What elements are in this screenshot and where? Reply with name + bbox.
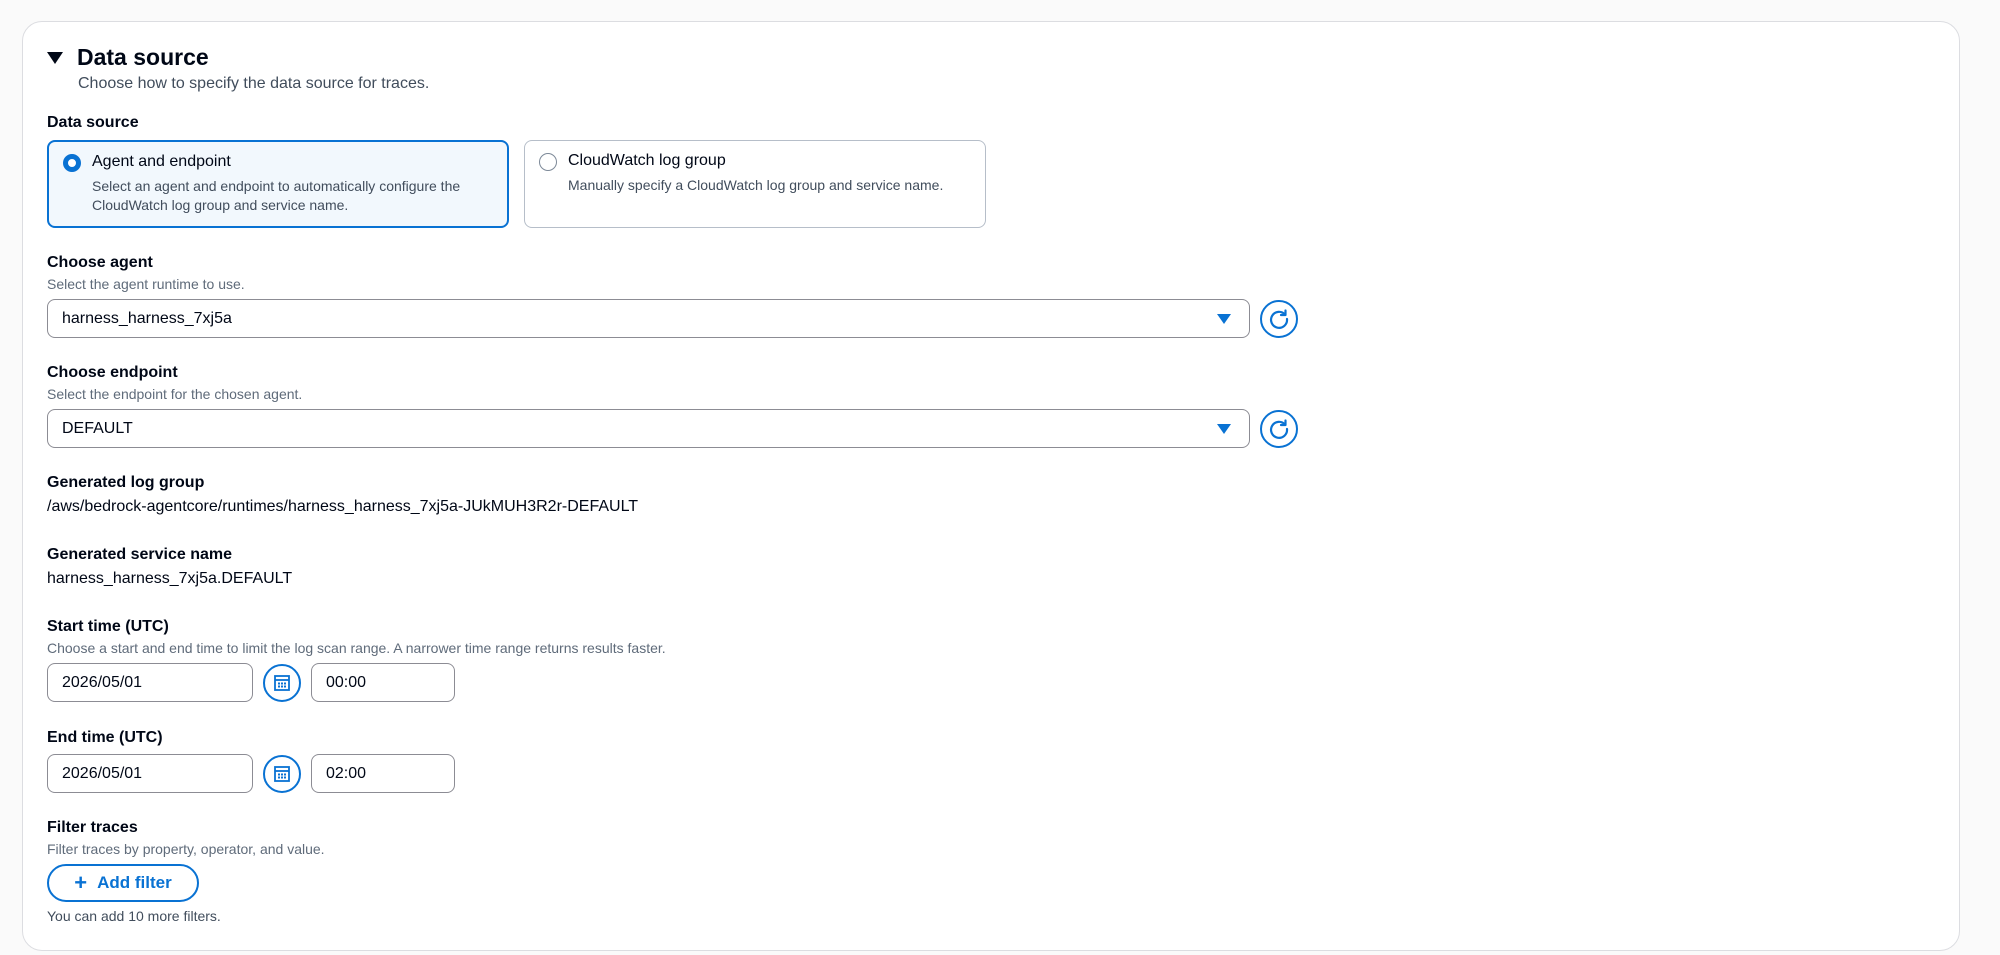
option-description: Select an agent and endpoint to automati…	[92, 178, 461, 213]
option-title: CloudWatch log group	[568, 152, 726, 169]
section-description: Choose how to specify the data source fo…	[78, 75, 430, 92]
option-agent-endpoint[interactable]: Agent and endpoint Select an agent and e…	[47, 140, 509, 228]
data-source-label: Data source	[47, 114, 139, 131]
caret-down-icon[interactable]	[47, 51, 63, 64]
agent-select-value: harness_harness_7xj5a	[62, 309, 232, 327]
end-date-value: 2026/05/01	[62, 764, 143, 782]
plus-icon: +	[74, 870, 88, 895]
end-time-value: 02:00	[326, 764, 367, 782]
option-title: Agent and endpoint	[92, 153, 231, 170]
end-time-label: End time (UTC)	[47, 729, 163, 746]
start-time-value: 00:00	[326, 673, 367, 691]
dropdown-arrow-icon	[1217, 314, 1231, 324]
filter-traces-label: Filter traces	[47, 819, 138, 836]
endpoint-select-value: DEFAULT	[62, 419, 133, 437]
radio-selected-icon[interactable]	[63, 154, 81, 172]
choose-agent-description: Select the agent runtime to use.	[47, 276, 245, 292]
option-cloudwatch-log-group[interactable]: CloudWatch log group Manually specify a …	[524, 140, 986, 228]
log-group-label: Generated log group	[47, 474, 205, 491]
choose-endpoint-label: Choose endpoint	[47, 364, 178, 381]
log-group-value: /aws/bedrock-agentcore/runtimes/harness_…	[47, 498, 639, 515]
add-filter-label: Add filter	[97, 873, 172, 892]
choose-agent-label: Choose agent	[47, 254, 153, 271]
agent-select[interactable]: harness_harness_7xj5a	[47, 299, 1250, 338]
endpoint-select[interactable]: DEFAULT	[47, 409, 1250, 448]
start-date-calendar-button[interactable]	[263, 664, 301, 702]
refresh-agents-button[interactable]	[1260, 300, 1298, 338]
dropdown-arrow-icon	[1217, 424, 1231, 434]
calendar-icon	[274, 675, 290, 691]
end-date-calendar-button[interactable]	[263, 755, 301, 793]
start-time-label: Start time (UTC)	[47, 618, 169, 635]
refresh-endpoints-button[interactable]	[1260, 410, 1298, 448]
end-time-input[interactable]: 02:00	[311, 754, 455, 793]
service-name-label: Generated service name	[47, 546, 232, 563]
add-filter-button[interactable]: + Add filter	[47, 864, 199, 902]
calendar-icon	[274, 766, 290, 782]
filter-traces-description: Filter traces by property, operator, and…	[47, 841, 325, 857]
start-time-input[interactable]: 00:00	[311, 663, 455, 702]
refresh-icon	[1270, 419, 1289, 439]
section-title: Data source	[77, 44, 209, 70]
start-date-value: 2026/05/01	[62, 673, 143, 691]
refresh-icon	[1270, 309, 1289, 329]
radio-unselected-icon[interactable]	[539, 153, 557, 171]
start-date-input[interactable]: 2026/05/01	[47, 663, 253, 702]
section-header[interactable]: Data source	[47, 44, 209, 71]
data-source-panel: Data source Choose how to specify the da…	[22, 21, 1960, 951]
choose-endpoint-description: Select the endpoint for the chosen agent…	[47, 386, 303, 402]
filter-hint: You can add 10 more filters.	[47, 908, 221, 924]
service-name-value: harness_harness_7xj5a.DEFAULT	[47, 570, 293, 587]
end-date-input[interactable]: 2026/05/01	[47, 754, 253, 793]
option-description: Manually specify a CloudWatch log group …	[568, 177, 944, 193]
start-time-description: Choose a start and end time to limit the…	[47, 640, 666, 656]
